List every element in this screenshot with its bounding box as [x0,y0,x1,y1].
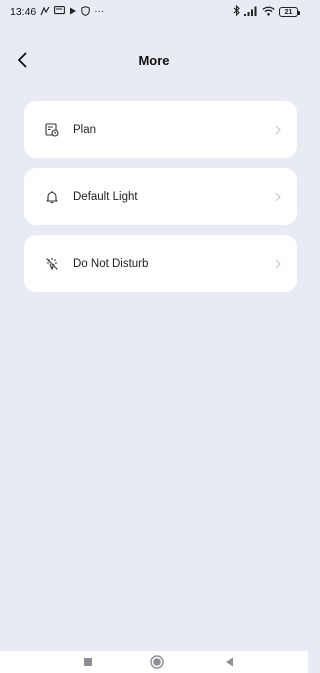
recent-apps-button[interactable] [80,654,96,670]
menu-item-default-light[interactable]: Default Light [24,168,297,225]
notification-icon [40,6,50,19]
chevron-right-icon [273,125,283,135]
square-icon [84,658,92,666]
menu-item-label: Plan [73,123,97,136]
status-bar: 13:46 ··· 21 [0,0,308,24]
header: More [0,42,308,78]
light-off-icon [44,256,60,272]
menu-item-plan[interactable]: Plan [24,101,297,158]
back-nav-button[interactable] [221,654,237,670]
status-time: 13:46 [10,6,37,18]
menu-list: Plan Default Light Do Not Disturb [24,101,297,302]
wifi-icon [262,6,275,19]
triangle-left-icon [225,657,233,667]
signal-icon [244,6,258,19]
menu-item-label: Do Not Disturb [73,257,149,270]
chevron-right-icon [273,259,283,269]
play-icon [69,7,77,18]
menu-item-label: Default Light [73,190,138,203]
chevron-right-icon [273,192,283,202]
shield-icon [81,5,90,19]
screen: 13:46 ··· 21 More Plan Default Light Do … [0,0,308,673]
battery-icon: 21 [279,7,300,17]
navigation-bar [0,651,308,673]
home-button[interactable] [149,654,165,670]
message-icon [54,6,66,18]
more-status-icon: ··· [94,6,105,17]
chevron-left-icon [18,52,27,68]
circle-icon [150,655,164,669]
bell-icon [44,189,60,205]
back-button[interactable] [12,50,32,70]
calendar-clock-icon [44,122,60,138]
bluetooth-icon [233,4,240,19]
menu-item-do-not-disturb[interactable]: Do Not Disturb [24,235,297,292]
status-left: 13:46 ··· [10,5,105,19]
page-title: More [138,52,170,68]
status-right: 21 [233,4,300,19]
